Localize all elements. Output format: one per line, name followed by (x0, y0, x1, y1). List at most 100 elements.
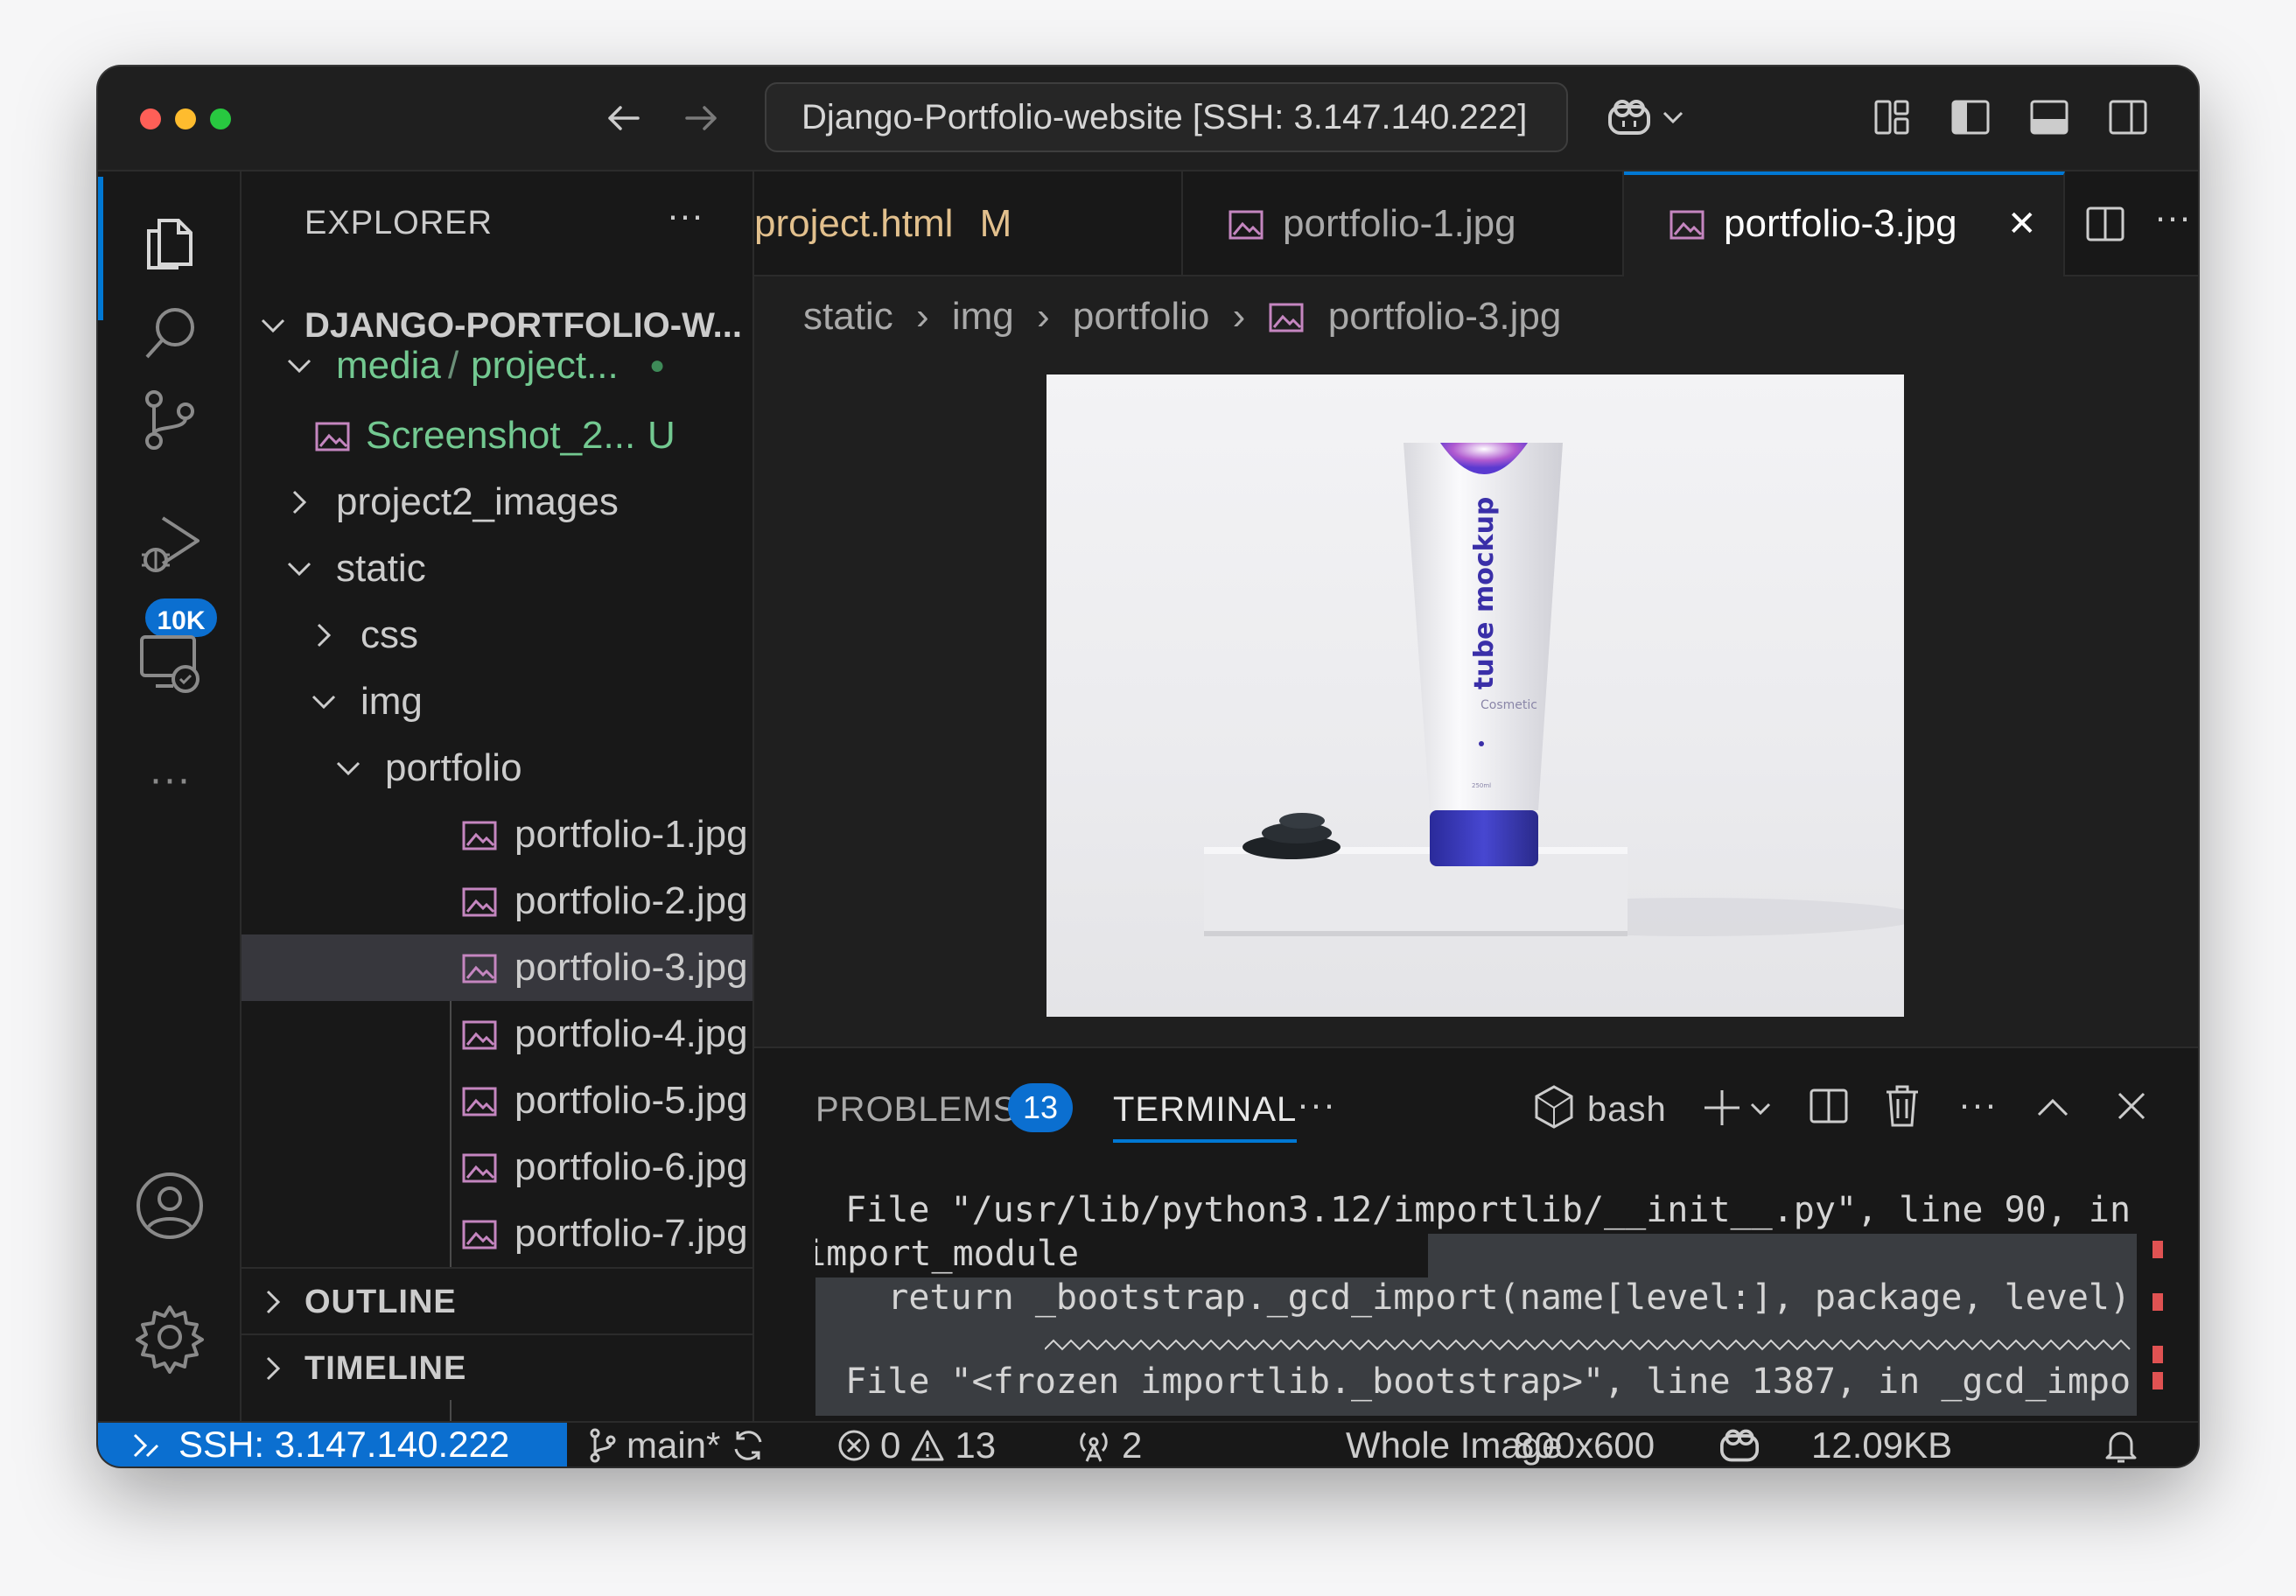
search-icon[interactable] (130, 294, 210, 374)
tab-portfolio-3[interactable]: portfolio-3.jpg ✕ (1624, 172, 2065, 276)
path-separator: / (448, 344, 459, 387)
sync-icon[interactable] (729, 1428, 767, 1463)
tree-file-screenshot[interactable]: Screenshot_2... U (242, 402, 752, 469)
tree-file-portfolio-3[interactable]: portfolio-3.jpg (242, 934, 752, 1001)
minimize-window-button[interactable] (175, 108, 196, 130)
zoom-window-button[interactable] (210, 108, 231, 130)
tree-file-portfolio-1[interactable]: portfolio-1.jpg (242, 802, 752, 868)
chevron-right-icon: › (1232, 295, 1246, 338)
tab-problems[interactable]: PROBLEMS (816, 1083, 1017, 1136)
error-marker (2152, 1346, 2163, 1363)
breadcrumb-item[interactable]: static (803, 295, 893, 338)
trash-icon[interactable] (1883, 1083, 1922, 1133)
panel-more-icon[interactable]: ··· (1297, 1078, 1336, 1130)
image-preview[interactable]: tube mockup Cosmetic 250ml (1046, 374, 1904, 1017)
copilot-status-icon[interactable] (1717, 1423, 1762, 1466)
error-marker (2152, 1293, 2163, 1311)
tree-folder-css[interactable]: css (242, 602, 752, 668)
close-panel-icon[interactable] (2116, 1090, 2147, 1126)
notifications-bell-icon[interactable] (2104, 1423, 2138, 1466)
split-terminal-icon[interactable] (1808, 1085, 1850, 1131)
timeline-section[interactable]: TIMELINE (242, 1334, 752, 1400)
copilot-icon[interactable] (1605, 93, 1654, 142)
split-editor-icon[interactable] (2082, 201, 2128, 247)
git-branch-icon (590, 1428, 616, 1463)
tab-label: project.html (754, 202, 954, 245)
chevron-right-icon (317, 623, 332, 648)
tree-file-portfolio-2[interactable]: portfolio-2.jpg (242, 868, 752, 934)
chevron-right-icon (292, 490, 307, 514)
tree-folder-img[interactable]: img (242, 668, 752, 735)
tab-label: portfolio-3.jpg (1724, 202, 1957, 245)
remote-indicator[interactable]: SSH: 3.147.140.222 (98, 1423, 567, 1466)
chevron-right-icon: › (915, 295, 929, 338)
tube-volume: 250ml (1472, 782, 1491, 789)
problems-indicator[interactable]: 0 13 (836, 1423, 996, 1466)
file-label: portfolio-3.jpg (514, 946, 748, 989)
dimensions-label: 800x600 (1514, 1424, 1656, 1466)
close-window-button[interactable] (140, 108, 161, 130)
forward-arrow-icon[interactable] (672, 89, 730, 147)
breadcrumb-item[interactable]: portfolio-3.jpg (1328, 295, 1562, 338)
toggle-panel-icon[interactable] (2025, 93, 2074, 142)
breadcrumb-item[interactable]: img (952, 295, 1014, 338)
maximize-panel-icon[interactable] (2035, 1096, 2070, 1124)
tab-portfolio-1[interactable]: portfolio-1.jpg (1183, 172, 1624, 276)
tree-folder-project2-images[interactable]: project2_images (242, 469, 752, 536)
toggle-secondary-sidebar-icon[interactable] (2104, 93, 2152, 142)
command-center[interactable]: Django-Portfolio-website [SSH: 3.147.140… (765, 82, 1568, 152)
modified-dot: ● (649, 351, 666, 380)
product-photo: tube mockup Cosmetic 250ml (1204, 443, 1904, 936)
tree-folder-media[interactable]: media / project... ● (242, 332, 752, 399)
file-label: portfolio-7.jpg (514, 1212, 748, 1255)
tree-file-portfolio-7[interactable]: portfolio-7.jpg (242, 1200, 752, 1267)
terminal-output[interactable]: File "/usr/lib/python3.12/importlib/__in… (816, 1188, 2137, 1416)
vscode-window: Django-Portfolio-website [SSH: 3.147.140… (98, 66, 2198, 1466)
settings-gear-icon[interactable] (130, 1297, 210, 1377)
tree-folder-static[interactable]: static (242, 536, 752, 602)
error-underline (1045, 1339, 2131, 1351)
remote-explorer-icon[interactable] (130, 623, 210, 704)
breadcrumb-item[interactable]: portfolio (1073, 295, 1210, 338)
customize-layout-icon[interactable] (1867, 93, 1916, 142)
folder-label: static (336, 547, 426, 590)
back-arrow-icon[interactable] (595, 89, 653, 147)
terminal-more-icon[interactable]: ··· (1958, 1078, 1998, 1130)
toggle-sidebar-icon[interactable] (1946, 93, 1995, 142)
status-bar: SSH: 3.147.140.222 main* 0 13 2 Whole Im… (98, 1421, 2198, 1466)
chevron-down-icon (287, 562, 312, 577)
tree-file-portfolio-4[interactable]: portfolio-4.jpg (242, 1001, 752, 1068)
image-file-icon (462, 1153, 497, 1183)
folder-label: project... (471, 344, 619, 387)
terminal-shell-name[interactable]: bash (1587, 1083, 1667, 1136)
image-file-icon (462, 887, 497, 917)
source-control-icon[interactable] (130, 380, 210, 460)
accounts-icon[interactable] (130, 1166, 210, 1246)
chevron-down-icon[interactable] (1656, 93, 1690, 142)
file-label: Screenshot_2... (366, 414, 636, 457)
new-terminal-icon[interactable] (1701, 1087, 1743, 1133)
tab-project-html[interactable]: project.html M (754, 172, 1183, 276)
tab-terminal[interactable]: TERMINAL (1113, 1083, 1298, 1143)
chevron-down-icon[interactable] (1748, 1101, 1773, 1123)
terminal-line: import_module (816, 1234, 1080, 1274)
outline-section[interactable]: OUTLINE (242, 1267, 752, 1334)
chevron-right-icon: › (1036, 295, 1050, 338)
ports-indicator[interactable]: 2 (1074, 1423, 1142, 1466)
ports-count: 2 (1122, 1424, 1143, 1466)
close-tab-icon[interactable]: ✕ (2007, 175, 2037, 273)
more-icon[interactable]: ··· (130, 738, 210, 819)
explorer-more-button[interactable]: ··· (667, 194, 704, 236)
explorer-icon[interactable] (130, 200, 210, 280)
tree-file-portfolio-6[interactable]: portfolio-6.jpg (242, 1134, 752, 1200)
warning-icon (911, 1430, 944, 1461)
breadcrumb: static › img › portfolio › portfolio-3.j… (803, 282, 1561, 352)
file-label: portfolio-6.jpg (514, 1145, 748, 1188)
remote-label: SSH: 3.147.140.222 (178, 1424, 510, 1465)
file-size: 12.09KB (1811, 1423, 1952, 1466)
editor-more-icon[interactable]: ··· (2154, 196, 2191, 238)
tree-file-portfolio-5[interactable]: portfolio-5.jpg (242, 1068, 752, 1134)
git-branch[interactable]: main* (588, 1423, 767, 1466)
run-debug-icon[interactable] (130, 504, 210, 584)
tree-folder-portfolio[interactable]: portfolio (242, 735, 752, 802)
